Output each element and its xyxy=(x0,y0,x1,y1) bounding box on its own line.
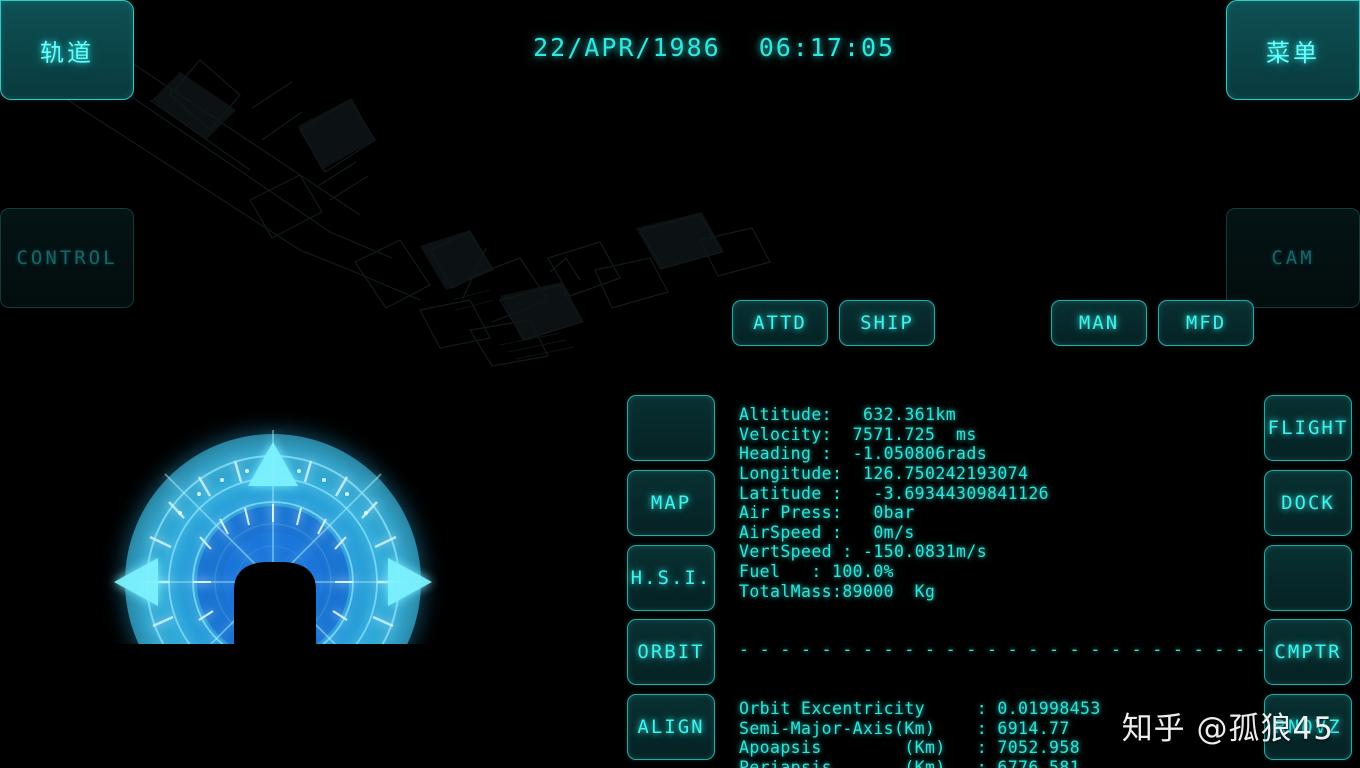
mfd-right-button-rndvz[interactable]: RNDVZ xyxy=(1264,694,1352,760)
telemetry-label: Fuel : xyxy=(739,561,822,581)
mfd-left-button-orbit[interactable]: ORBIT xyxy=(627,619,715,685)
menu-label: 菜单 xyxy=(1266,38,1320,67)
telemetry-row: AirSpeed : 0m/s xyxy=(739,523,1263,543)
attitude-direction-indicator[interactable] xyxy=(58,382,518,768)
telemetry-row: Velocity: 7571.725 ms xyxy=(739,425,1263,445)
section-separator: - - - - - - - - - - - - - - - - - - - - … xyxy=(739,640,1263,660)
mfd-left-button-hsi-label: H.S.I. xyxy=(630,567,712,589)
orbit-param-row: Orbit Excentricity : 0.01998453 xyxy=(739,699,1263,719)
mission-time: 06:17:05 xyxy=(758,33,896,62)
telemetry-value: 7571.725 ms xyxy=(832,424,977,444)
telemetry-label: Latitude : xyxy=(739,483,843,503)
mfd-button-mfd-label: MFD xyxy=(1185,312,1227,334)
orbit-mode-button[interactable]: 轨道 xyxy=(0,0,134,100)
mfd-button-man-label: MAN xyxy=(1078,312,1120,334)
telemetry-row: Fuel : 100.0% xyxy=(739,562,1263,582)
mfd-left-button-orbit-label: ORBIT xyxy=(637,641,705,663)
telemetry-row: TotalMass:89000 Kg xyxy=(739,582,1263,602)
orbit-param-label: Periapsis (Km) xyxy=(739,757,977,768)
telemetry-value: -3.69344309841126 xyxy=(842,483,1050,503)
telemetry-value: 0m/s xyxy=(842,522,915,542)
mfd-button-attd-label: ATTD xyxy=(753,312,807,334)
mfd-right-button-flight[interactable]: FLIGHT xyxy=(1264,395,1352,461)
orbit-param-value: : 7052.958 xyxy=(976,738,1081,758)
telemetry-block: Altitude: 632.361km Velocity: 7571.725 ms… xyxy=(739,405,1263,601)
telemetry-row: Altitude: 632.361km xyxy=(739,405,1263,425)
telemetry-label: Heading : xyxy=(739,444,833,464)
mfd-right-button-dock-label: DOCK xyxy=(1281,492,1335,514)
telemetry-value: 100.0% xyxy=(821,561,895,581)
telemetry-label: TotalMass: xyxy=(739,581,843,601)
mfd-left-button-1[interactable] xyxy=(627,395,715,461)
cam-label: CAM xyxy=(1271,247,1315,269)
mfd-right-button-3[interactable] xyxy=(1264,545,1352,611)
mfd-right-button-dock[interactable]: DOCK xyxy=(1264,470,1352,536)
telemetry-label: Air Press: xyxy=(739,503,843,523)
telemetry-label: Longitude: xyxy=(739,463,843,483)
menu-button[interactable]: 菜单 xyxy=(1226,0,1360,100)
mfd-button-attd[interactable]: ATTD xyxy=(732,300,828,346)
mfd-right-button-cmptr-label: CMPTR xyxy=(1274,641,1342,663)
orbit-param-row: Apoapsis (Km) : 7052.958 xyxy=(739,738,1263,758)
mfd-left-button-hsi[interactable]: H.S.I. xyxy=(627,545,715,611)
telemetry-row: Heading : -1.050806rads xyxy=(739,444,1263,464)
orbit-mode-label: 轨道 xyxy=(40,38,94,67)
telemetry-value: 89000 Kg xyxy=(842,581,936,601)
orbit-parameters-block: Orbit Excentricity : 0.01998453 Semi-Majo… xyxy=(739,699,1263,768)
mission-date: 22/APR/1986 xyxy=(533,33,721,62)
mfd-right-button-rndvz-label: RNDVZ xyxy=(1274,716,1342,738)
telemetry-row: Latitude : -3.69344309841126 xyxy=(739,484,1263,504)
telemetry-row: Longitude: 126.750242193074 xyxy=(739,464,1263,484)
mfd-left-button-map-label: MAP xyxy=(650,492,692,514)
orbit-param-label: Orbit Excentricity xyxy=(739,699,977,719)
orbit-param-label: Apoapsis (Km) xyxy=(739,738,977,758)
telemetry-value: 126.750242193074 xyxy=(842,463,1029,483)
control-button[interactable]: CONTROL xyxy=(0,208,134,308)
mfd-button-ship[interactable]: SHIP xyxy=(839,300,935,346)
mfd-left-button-align-label: ALIGN xyxy=(637,716,705,738)
orbit-param-value: : 6776.581 xyxy=(976,757,1081,768)
orbit-param-value: : 0.01998453 xyxy=(976,699,1101,719)
telemetry-value: -150.0831m/s xyxy=(852,542,988,562)
orbit-param-label: Semi-Major-Axis(Km) xyxy=(739,718,977,738)
telemetry-row: Air Press: 0bar xyxy=(739,503,1263,523)
orbit-param-value: : 6914.77 xyxy=(976,718,1070,738)
telemetry-label: VertSpeed : xyxy=(739,542,853,562)
control-label: CONTROL xyxy=(16,247,118,269)
hud-clock: 22/APR/1986 06:17:05 xyxy=(0,4,1360,91)
mfd-right-button-cmptr[interactable]: CMPTR xyxy=(1264,619,1352,685)
telemetry-value: -1.050806rads xyxy=(832,444,988,464)
telemetry-value: 0bar xyxy=(842,503,915,523)
orbit-param-row: Periapsis (Km) : 6776.581 xyxy=(739,758,1263,768)
mfd-data-panel: Altitude: 632.361km Velocity: 7571.725 ms… xyxy=(739,366,1263,768)
mfd-left-button-align[interactable]: ALIGN xyxy=(627,694,715,760)
mfd-right-button-flight-label: FLIGHT xyxy=(1267,417,1349,439)
telemetry-row: VertSpeed : -150.0831m/s xyxy=(739,542,1263,562)
hud-screen: 22/APR/1986 06:17:05 轨道 菜单 CONTROL CAM AT… xyxy=(0,0,1360,768)
telemetry-label: AirSpeed : xyxy=(739,522,843,542)
telemetry-value: 632.361km xyxy=(832,405,957,425)
telemetry-label: Velocity: xyxy=(739,424,833,444)
mfd-button-man[interactable]: MAN xyxy=(1051,300,1147,346)
orbit-param-row: Semi-Major-Axis(Km) : 6914.77 xyxy=(739,719,1263,739)
mfd-button-ship-label: SHIP xyxy=(860,312,914,334)
mfd-button-mfd[interactable]: MFD xyxy=(1158,300,1254,346)
cam-button[interactable]: CAM xyxy=(1226,208,1360,308)
telemetry-label: Altitude: xyxy=(739,405,833,425)
mfd-left-button-map[interactable]: MAP xyxy=(627,470,715,536)
